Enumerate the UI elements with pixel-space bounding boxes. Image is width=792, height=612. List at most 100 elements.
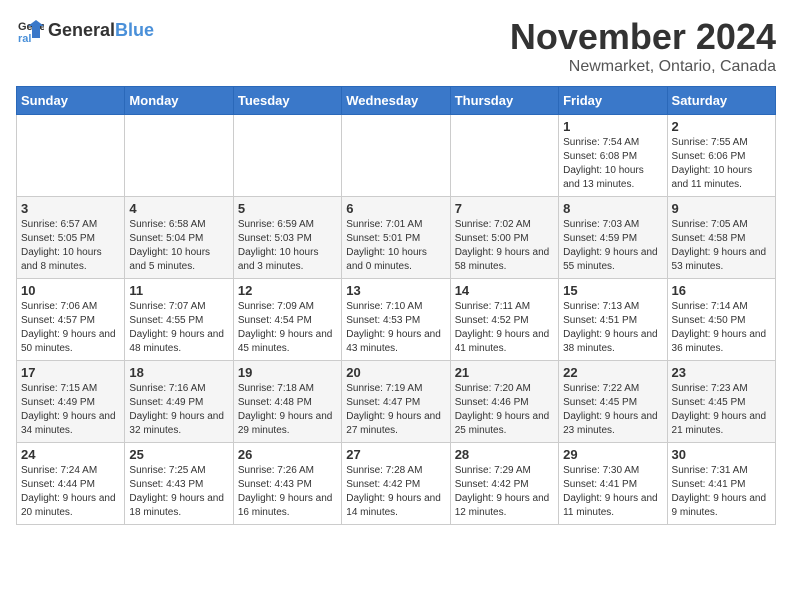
- day-info: Sunrise: 7:30 AM Sunset: 4:41 PM Dayligh…: [563, 464, 662, 520]
- day-info: Sunrise: 6:59 AM Sunset: 5:03 PM Dayligh…: [238, 218, 337, 274]
- svg-text:Gene: Gene: [18, 21, 44, 33]
- header-wednesday: Wednesday: [342, 87, 450, 115]
- header-monday: Monday: [125, 87, 233, 115]
- calendar-cell: [342, 115, 450, 197]
- calendar-cell: 19Sunrise: 7:18 AM Sunset: 4:48 PM Dayli…: [233, 361, 341, 443]
- calendar-cell: 15 Sunrise: 7:13 AM Sunset: 4:51 PM Dayli…: [559, 279, 667, 361]
- day-info: Sunrise: 7:09 AM Sunset: 4:54 PM Dayligh…: [238, 300, 337, 356]
- calendar-cell: 29 Sunrise: 7:30 AM Sunset: 4:41 PM Dayli…: [559, 443, 667, 525]
- calendar-cell: 23Sunrise: 7:23 AM Sunset: 4:45 PM Dayli…: [667, 361, 775, 443]
- day-number: 25: [129, 447, 228, 462]
- location-title: Newmarket, Ontario, Canada: [510, 58, 776, 76]
- calendar-cell: 4 Sunrise: 6:58 AM Sunset: 5:04 PM Daylig…: [125, 197, 233, 279]
- calendar-cell: 13 Sunrise: 7:10 AM Sunset: 4:53 PM Dayli…: [342, 279, 450, 361]
- day-info: Sunrise: 7:07 AM Sunset: 4:55 PM Dayligh…: [129, 300, 228, 356]
- day-number: 18: [129, 365, 228, 380]
- calendar-cell: 21Sunrise: 7:20 AM Sunset: 4:46 PM Dayli…: [450, 361, 558, 443]
- day-info: Sunrise: 7:16 AM Sunset: 4:49 PM Dayligh…: [129, 382, 228, 438]
- day-number: 7: [455, 201, 554, 216]
- day-number: 13: [346, 283, 445, 298]
- day-info: Sunrise: 7:06 AM Sunset: 4:57 PM Dayligh…: [21, 300, 120, 356]
- calendar-week-0: 1Sunrise: 7:54 AM Sunset: 6:08 PM Daylig…: [17, 115, 776, 197]
- day-number: 12: [238, 283, 337, 298]
- day-number: 3: [21, 201, 120, 216]
- calendar-week-1: 3 Sunrise: 6:57 AM Sunset: 5:05 PM Daylig…: [17, 197, 776, 279]
- day-info: Sunrise: 6:57 AM Sunset: 5:05 PM Dayligh…: [21, 218, 120, 274]
- calendar-cell: 30Sunrise: 7:31 AM Sunset: 4:41 PM Dayli…: [667, 443, 775, 525]
- logo-general: General: [48, 20, 115, 41]
- svg-text:ral: ral: [18, 33, 31, 44]
- calendar-cell: 18 Sunrise: 7:16 AM Sunset: 4:49 PM Dayli…: [125, 361, 233, 443]
- day-info: Sunrise: 7:24 AM Sunset: 4:44 PM Dayligh…: [21, 464, 120, 520]
- calendar-week-4: 24 Sunrise: 7:24 AM Sunset: 4:44 PM Dayli…: [17, 443, 776, 525]
- day-info: Sunrise: 7:01 AM Sunset: 5:01 PM Dayligh…: [346, 218, 445, 274]
- day-info: Sunrise: 7:22 AM Sunset: 4:45 PM Dayligh…: [563, 382, 662, 438]
- calendar-cell: 11 Sunrise: 7:07 AM Sunset: 4:55 PM Dayli…: [125, 279, 233, 361]
- day-info: Sunrise: 7:20 AM Sunset: 4:46 PM Dayligh…: [455, 382, 554, 438]
- day-number: 16: [672, 283, 771, 298]
- calendar-cell: 6 Sunrise: 7:01 AM Sunset: 5:01 PM Daylig…: [342, 197, 450, 279]
- day-info: Sunrise: 7:29 AM Sunset: 4:42 PM Dayligh…: [455, 464, 554, 520]
- header-thursday: Thursday: [450, 87, 558, 115]
- day-info: Sunrise: 7:55 AM Sunset: 6:06 PM Dayligh…: [672, 136, 771, 192]
- day-info: Sunrise: 7:11 AM Sunset: 4:52 PM Dayligh…: [455, 300, 554, 356]
- day-number: 29: [563, 447, 662, 462]
- day-number: 11: [129, 283, 228, 298]
- day-number: 26: [238, 447, 337, 462]
- calendar-cell: 24 Sunrise: 7:24 AM Sunset: 4:44 PM Dayli…: [17, 443, 125, 525]
- calendar-cell: 26 Sunrise: 7:26 AM Sunset: 4:43 PM Dayli…: [233, 443, 341, 525]
- calendar-cell: 17 Sunrise: 7:15 AM Sunset: 4:49 PM Dayli…: [17, 361, 125, 443]
- calendar-cell: 16Sunrise: 7:14 AM Sunset: 4:50 PM Dayli…: [667, 279, 775, 361]
- calendar-cell: [17, 115, 125, 197]
- day-number: 10: [21, 283, 120, 298]
- day-info: Sunrise: 7:10 AM Sunset: 4:53 PM Dayligh…: [346, 300, 445, 356]
- calendar-cell: [125, 115, 233, 197]
- header-tuesday: Tuesday: [233, 87, 341, 115]
- day-number: 27: [346, 447, 445, 462]
- calendar-cell: 25 Sunrise: 7:25 AM Sunset: 4:43 PM Dayli…: [125, 443, 233, 525]
- calendar-cell: 7 Sunrise: 7:02 AM Sunset: 5:00 PM Daylig…: [450, 197, 558, 279]
- calendar-cell: 10 Sunrise: 7:06 AM Sunset: 4:57 PM Dayli…: [17, 279, 125, 361]
- day-info: Sunrise: 7:02 AM Sunset: 5:00 PM Dayligh…: [455, 218, 554, 274]
- day-number: 17: [21, 365, 120, 380]
- day-number: 9: [672, 201, 771, 216]
- calendar-cell: 5 Sunrise: 6:59 AM Sunset: 5:03 PM Daylig…: [233, 197, 341, 279]
- calendar-cell: 9 Sunrise: 7:05 AM Sunset: 4:58 PM Daylig…: [667, 197, 775, 279]
- day-number: 28: [455, 447, 554, 462]
- header-friday: Friday: [559, 87, 667, 115]
- day-info: Sunrise: 7:03 AM Sunset: 4:59 PM Dayligh…: [563, 218, 662, 274]
- header-sunday: Sunday: [17, 87, 125, 115]
- calendar-cell: 3 Sunrise: 6:57 AM Sunset: 5:05 PM Daylig…: [17, 197, 125, 279]
- calendar-cell: 28 Sunrise: 7:29 AM Sunset: 4:42 PM Dayli…: [450, 443, 558, 525]
- day-info: Sunrise: 7:15 AM Sunset: 4:49 PM Dayligh…: [21, 382, 120, 438]
- day-number: 20: [346, 365, 445, 380]
- day-number: 5: [238, 201, 337, 216]
- day-number: 4: [129, 201, 228, 216]
- day-number: 15: [563, 283, 662, 298]
- calendar-week-2: 10 Sunrise: 7:06 AM Sunset: 4:57 PM Dayli…: [17, 279, 776, 361]
- logo: Gene ral General Blue: [16, 16, 154, 44]
- day-info: Sunrise: 7:28 AM Sunset: 4:42 PM Dayligh…: [346, 464, 445, 520]
- calendar-cell: 8Sunrise: 7:03 AM Sunset: 4:59 PM Daylig…: [559, 197, 667, 279]
- calendar-cell: 14Sunrise: 7:11 AM Sunset: 4:52 PM Dayli…: [450, 279, 558, 361]
- calendar-cell: 20 Sunrise: 7:19 AM Sunset: 4:47 PM Dayli…: [342, 361, 450, 443]
- day-info: Sunrise: 6:58 AM Sunset: 5:04 PM Dayligh…: [129, 218, 228, 274]
- day-number: 22: [563, 365, 662, 380]
- day-info: Sunrise: 7:26 AM Sunset: 4:43 PM Dayligh…: [238, 464, 337, 520]
- calendar-week-3: 17 Sunrise: 7:15 AM Sunset: 4:49 PM Dayli…: [17, 361, 776, 443]
- day-info: Sunrise: 7:05 AM Sunset: 4:58 PM Dayligh…: [672, 218, 771, 274]
- day-number: 1: [563, 119, 662, 134]
- calendar-table: Sunday Monday Tuesday Wednesday Thursday…: [16, 86, 776, 525]
- header-row: Sunday Monday Tuesday Wednesday Thursday…: [17, 87, 776, 115]
- day-number: 6: [346, 201, 445, 216]
- logo-icon: Gene ral: [16, 16, 44, 44]
- calendar-cell: 22 Sunrise: 7:22 AM Sunset: 4:45 PM Dayli…: [559, 361, 667, 443]
- header-saturday: Saturday: [667, 87, 775, 115]
- day-number: 24: [21, 447, 120, 462]
- calendar-cell: 1Sunrise: 7:54 AM Sunset: 6:08 PM Daylig…: [559, 115, 667, 197]
- day-info: Sunrise: 7:13 AM Sunset: 4:51 PM Dayligh…: [563, 300, 662, 356]
- day-info: Sunrise: 7:19 AM Sunset: 4:47 PM Dayligh…: [346, 382, 445, 438]
- day-info: Sunrise: 7:18 AM Sunset: 4:48 PM Dayligh…: [238, 382, 337, 438]
- header: Gene ral General Blue November 2024 Newm…: [16, 16, 776, 76]
- day-info: Sunrise: 7:25 AM Sunset: 4:43 PM Dayligh…: [129, 464, 228, 520]
